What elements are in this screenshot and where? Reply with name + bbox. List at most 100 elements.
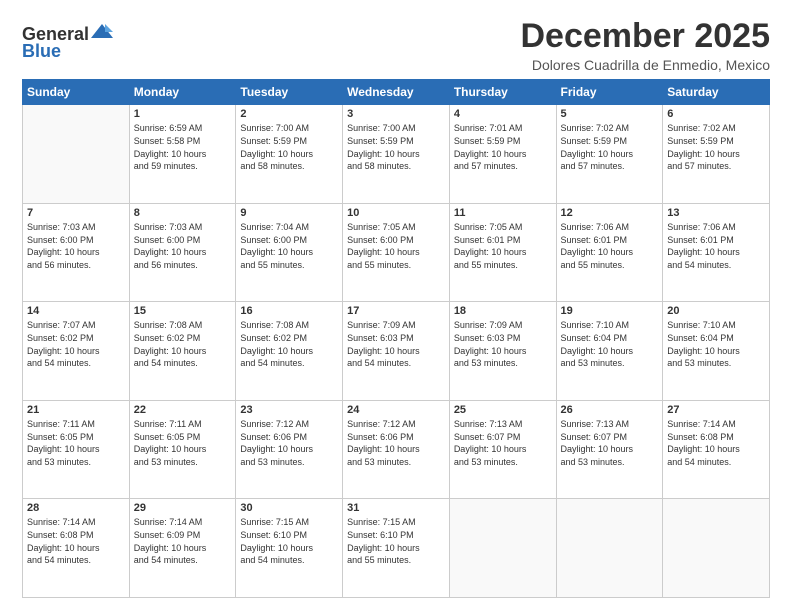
day-number: 9 xyxy=(240,207,338,219)
header-sunday: Sunday xyxy=(23,80,130,105)
table-row: 6Sunrise: 7:02 AM Sunset: 5:59 PM Daylig… xyxy=(663,105,770,204)
calendar-week-1: 7Sunrise: 7:03 AM Sunset: 6:00 PM Daylig… xyxy=(23,203,770,302)
day-info: Sunrise: 7:02 AM Sunset: 5:59 PM Dayligh… xyxy=(561,122,659,172)
day-info: Sunrise: 7:01 AM Sunset: 5:59 PM Dayligh… xyxy=(454,122,552,172)
day-number: 6 xyxy=(667,108,765,120)
table-row: 2Sunrise: 7:00 AM Sunset: 5:59 PM Daylig… xyxy=(236,105,343,204)
table-row: 8Sunrise: 7:03 AM Sunset: 6:00 PM Daylig… xyxy=(129,203,236,302)
day-number: 13 xyxy=(667,207,765,219)
table-row: 30 Sunrise: 7:15 AM Sunset: 6:10 PM Dayli… xyxy=(236,499,343,598)
day-number: 12 xyxy=(561,207,659,219)
day-number: 15 xyxy=(134,305,232,317)
day-info: Sunrise: 7:15 AM Sunset: 6:10 PM Dayligh… xyxy=(240,516,338,566)
table-row: 24 Sunrise: 7:12 AM Sunset: 6:06 PM Dayli… xyxy=(343,400,450,499)
day-number: 30 xyxy=(240,502,338,514)
day-number: 1 xyxy=(134,108,232,120)
day-info: Sunrise: 6:59 AM Sunset: 5:58 PM Dayligh… xyxy=(134,122,232,172)
day-number: 11 xyxy=(454,207,552,219)
day-info: Sunrise: 7:14 AM Sunset: 6:08 PM Dayligh… xyxy=(667,418,765,468)
day-info: Sunrise: 7:14 AM Sunset: 6:09 PM Dayligh… xyxy=(134,516,232,566)
day-info: Sunrise: 7:13 AM Sunset: 6:07 PM Dayligh… xyxy=(561,418,659,468)
day-number: 18 xyxy=(454,305,552,317)
day-info: Sunrise: 7:09 AM Sunset: 6:03 PM Dayligh… xyxy=(454,319,552,369)
table-row: 12Sunrise: 7:06 AM Sunset: 6:01 PM Dayli… xyxy=(556,203,663,302)
day-number: 24 xyxy=(347,404,445,416)
day-number: 23 xyxy=(240,404,338,416)
header-wednesday: Wednesday xyxy=(343,80,450,105)
table-row: 14Sunrise: 7:07 AM Sunset: 6:02 PM Dayli… xyxy=(23,302,130,401)
header: General Blue December 2025 Dolores Cuadr… xyxy=(22,18,770,73)
table-row xyxy=(23,105,130,204)
table-row xyxy=(449,499,556,598)
day-info: Sunrise: 7:14 AM Sunset: 6:08 PM Dayligh… xyxy=(27,516,125,566)
day-number: 20 xyxy=(667,305,765,317)
day-info: Sunrise: 7:12 AM Sunset: 6:06 PM Dayligh… xyxy=(347,418,445,468)
logo-blue-text: Blue xyxy=(22,41,61,62)
day-info: Sunrise: 7:04 AM Sunset: 6:00 PM Dayligh… xyxy=(240,221,338,271)
table-row: 31 Sunrise: 7:15 AM Sunset: 6:10 PM Dayli… xyxy=(343,499,450,598)
table-row: 21 Sunrise: 7:11 AM Sunset: 6:05 PM Dayli… xyxy=(23,400,130,499)
table-row: 11 Sunrise: 7:05 AM Sunset: 6:01 PM Dayli… xyxy=(449,203,556,302)
logo: General Blue xyxy=(22,22,115,62)
day-info: Sunrise: 7:05 AM Sunset: 6:00 PM Dayligh… xyxy=(347,221,445,271)
calendar-week-0: 1 Sunrise: 6:59 AM Sunset: 5:58 PM Daylig… xyxy=(23,105,770,204)
day-number: 4 xyxy=(454,108,552,120)
table-row: 25Sunrise: 7:13 AM Sunset: 6:07 PM Dayli… xyxy=(449,400,556,499)
table-row: 16 Sunrise: 7:08 AM Sunset: 6:02 PM Dayli… xyxy=(236,302,343,401)
table-row: 28 Sunrise: 7:14 AM Sunset: 6:08 PM Dayli… xyxy=(23,499,130,598)
table-row: 3 Sunrise: 7:00 AM Sunset: 5:59 PM Daylig… xyxy=(343,105,450,204)
day-info: Sunrise: 7:06 AM Sunset: 6:01 PM Dayligh… xyxy=(667,221,765,271)
calendar-week-3: 21 Sunrise: 7:11 AM Sunset: 6:05 PM Dayli… xyxy=(23,400,770,499)
day-info: Sunrise: 7:05 AM Sunset: 6:01 PM Dayligh… xyxy=(454,221,552,271)
calendar-week-2: 14Sunrise: 7:07 AM Sunset: 6:02 PM Dayli… xyxy=(23,302,770,401)
day-number: 21 xyxy=(27,404,125,416)
day-info: Sunrise: 7:11 AM Sunset: 6:05 PM Dayligh… xyxy=(27,418,125,468)
table-row: 9 Sunrise: 7:04 AM Sunset: 6:00 PM Daylig… xyxy=(236,203,343,302)
calendar-header-row: Sunday Monday Tuesday Wednesday Thursday… xyxy=(23,80,770,105)
header-thursday: Thursday xyxy=(449,80,556,105)
table-row: 27 Sunrise: 7:14 AM Sunset: 6:08 PM Dayli… xyxy=(663,400,770,499)
day-number: 5 xyxy=(561,108,659,120)
title-area: December 2025 Dolores Cuadrilla de Enmed… xyxy=(520,18,770,73)
table-row: 18 Sunrise: 7:09 AM Sunset: 6:03 PM Dayli… xyxy=(449,302,556,401)
header-friday: Friday xyxy=(556,80,663,105)
day-info: Sunrise: 7:07 AM Sunset: 6:02 PM Dayligh… xyxy=(27,319,125,369)
table-row: 10 Sunrise: 7:05 AM Sunset: 6:00 PM Dayli… xyxy=(343,203,450,302)
day-number: 22 xyxy=(134,404,232,416)
table-row xyxy=(663,499,770,598)
day-info: Sunrise: 7:00 AM Sunset: 5:59 PM Dayligh… xyxy=(347,122,445,172)
day-number: 3 xyxy=(347,108,445,120)
location-subtitle: Dolores Cuadrilla de Enmedio, Mexico xyxy=(520,57,770,73)
table-row xyxy=(556,499,663,598)
day-info: Sunrise: 7:13 AM Sunset: 6:07 PM Dayligh… xyxy=(454,418,552,468)
table-row: 15 Sunrise: 7:08 AM Sunset: 6:02 PM Dayli… xyxy=(129,302,236,401)
day-number: 7 xyxy=(27,207,125,219)
day-info: Sunrise: 7:10 AM Sunset: 6:04 PM Dayligh… xyxy=(667,319,765,369)
calendar-week-4: 28 Sunrise: 7:14 AM Sunset: 6:08 PM Dayli… xyxy=(23,499,770,598)
table-row: 5 Sunrise: 7:02 AM Sunset: 5:59 PM Daylig… xyxy=(556,105,663,204)
day-number: 29 xyxy=(134,502,232,514)
day-number: 27 xyxy=(667,404,765,416)
header-tuesday: Tuesday xyxy=(236,80,343,105)
calendar-table: Sunday Monday Tuesday Wednesday Thursday… xyxy=(22,79,770,598)
day-info: Sunrise: 7:08 AM Sunset: 6:02 PM Dayligh… xyxy=(240,319,338,369)
table-row: 20 Sunrise: 7:10 AM Sunset: 6:04 PM Dayli… xyxy=(663,302,770,401)
day-info: Sunrise: 7:10 AM Sunset: 6:04 PM Dayligh… xyxy=(561,319,659,369)
day-info: Sunrise: 7:15 AM Sunset: 6:10 PM Dayligh… xyxy=(347,516,445,566)
table-row: 19Sunrise: 7:10 AM Sunset: 6:04 PM Dayli… xyxy=(556,302,663,401)
table-row: 4 Sunrise: 7:01 AM Sunset: 5:59 PM Daylig… xyxy=(449,105,556,204)
day-number: 26 xyxy=(561,404,659,416)
header-saturday: Saturday xyxy=(663,80,770,105)
day-info: Sunrise: 7:08 AM Sunset: 6:02 PM Dayligh… xyxy=(134,319,232,369)
table-row: 26 Sunrise: 7:13 AM Sunset: 6:07 PM Dayli… xyxy=(556,400,663,499)
day-number: 31 xyxy=(347,502,445,514)
day-number: 8 xyxy=(134,207,232,219)
logo-icon xyxy=(91,22,113,40)
page: General Blue December 2025 Dolores Cuadr… xyxy=(0,0,792,612)
table-row: 23 Sunrise: 7:12 AM Sunset: 6:06 PM Dayli… xyxy=(236,400,343,499)
day-info: Sunrise: 7:12 AM Sunset: 6:06 PM Dayligh… xyxy=(240,418,338,468)
day-number: 16 xyxy=(240,305,338,317)
day-number: 10 xyxy=(347,207,445,219)
day-number: 28 xyxy=(27,502,125,514)
table-row: 29 Sunrise: 7:14 AM Sunset: 6:09 PM Dayli… xyxy=(129,499,236,598)
